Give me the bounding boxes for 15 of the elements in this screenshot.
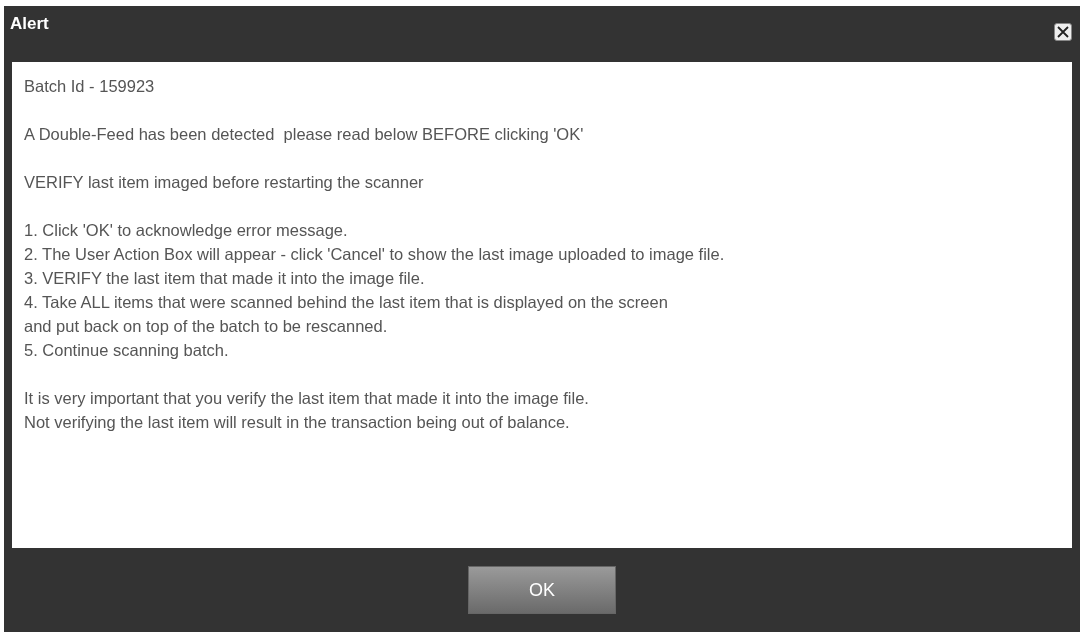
- close-icon: [1057, 26, 1069, 38]
- message-line: 2. The User Action Box will appear - click 'Cancel' to show the last image uploaded to image file.: [24, 244, 725, 265]
- message-line: It is very important that you verify the last item that made it into the image file.: [24, 388, 589, 409]
- message-line: 5. Continue scanning batch.: [24, 340, 229, 361]
- close-button[interactable]: [1054, 23, 1072, 41]
- message-line: 1. Click 'OK' to acknowledge error message.: [24, 220, 348, 241]
- ok-button[interactable]: OK: [468, 566, 616, 614]
- message-line: VERIFY last item imaged before restarting the scanner: [24, 172, 424, 193]
- message-line: Batch Id - 159923: [24, 76, 155, 97]
- dialog-title: Alert: [10, 14, 49, 34]
- message-line: 3. VERIFY the last item that made it into the image file.: [24, 268, 425, 289]
- message-line: and put back on top of the batch to be rescanned.: [24, 316, 388, 337]
- message-line: 4. Take ALL items that were scanned behind the last item that is displayed on the screen: [24, 292, 668, 313]
- message-line: Not verifying the last item will result in the transaction being out of balance.: [24, 412, 570, 433]
- message-line: A Double-Feed has been detected please read below BEFORE clicking 'OK': [24, 124, 584, 145]
